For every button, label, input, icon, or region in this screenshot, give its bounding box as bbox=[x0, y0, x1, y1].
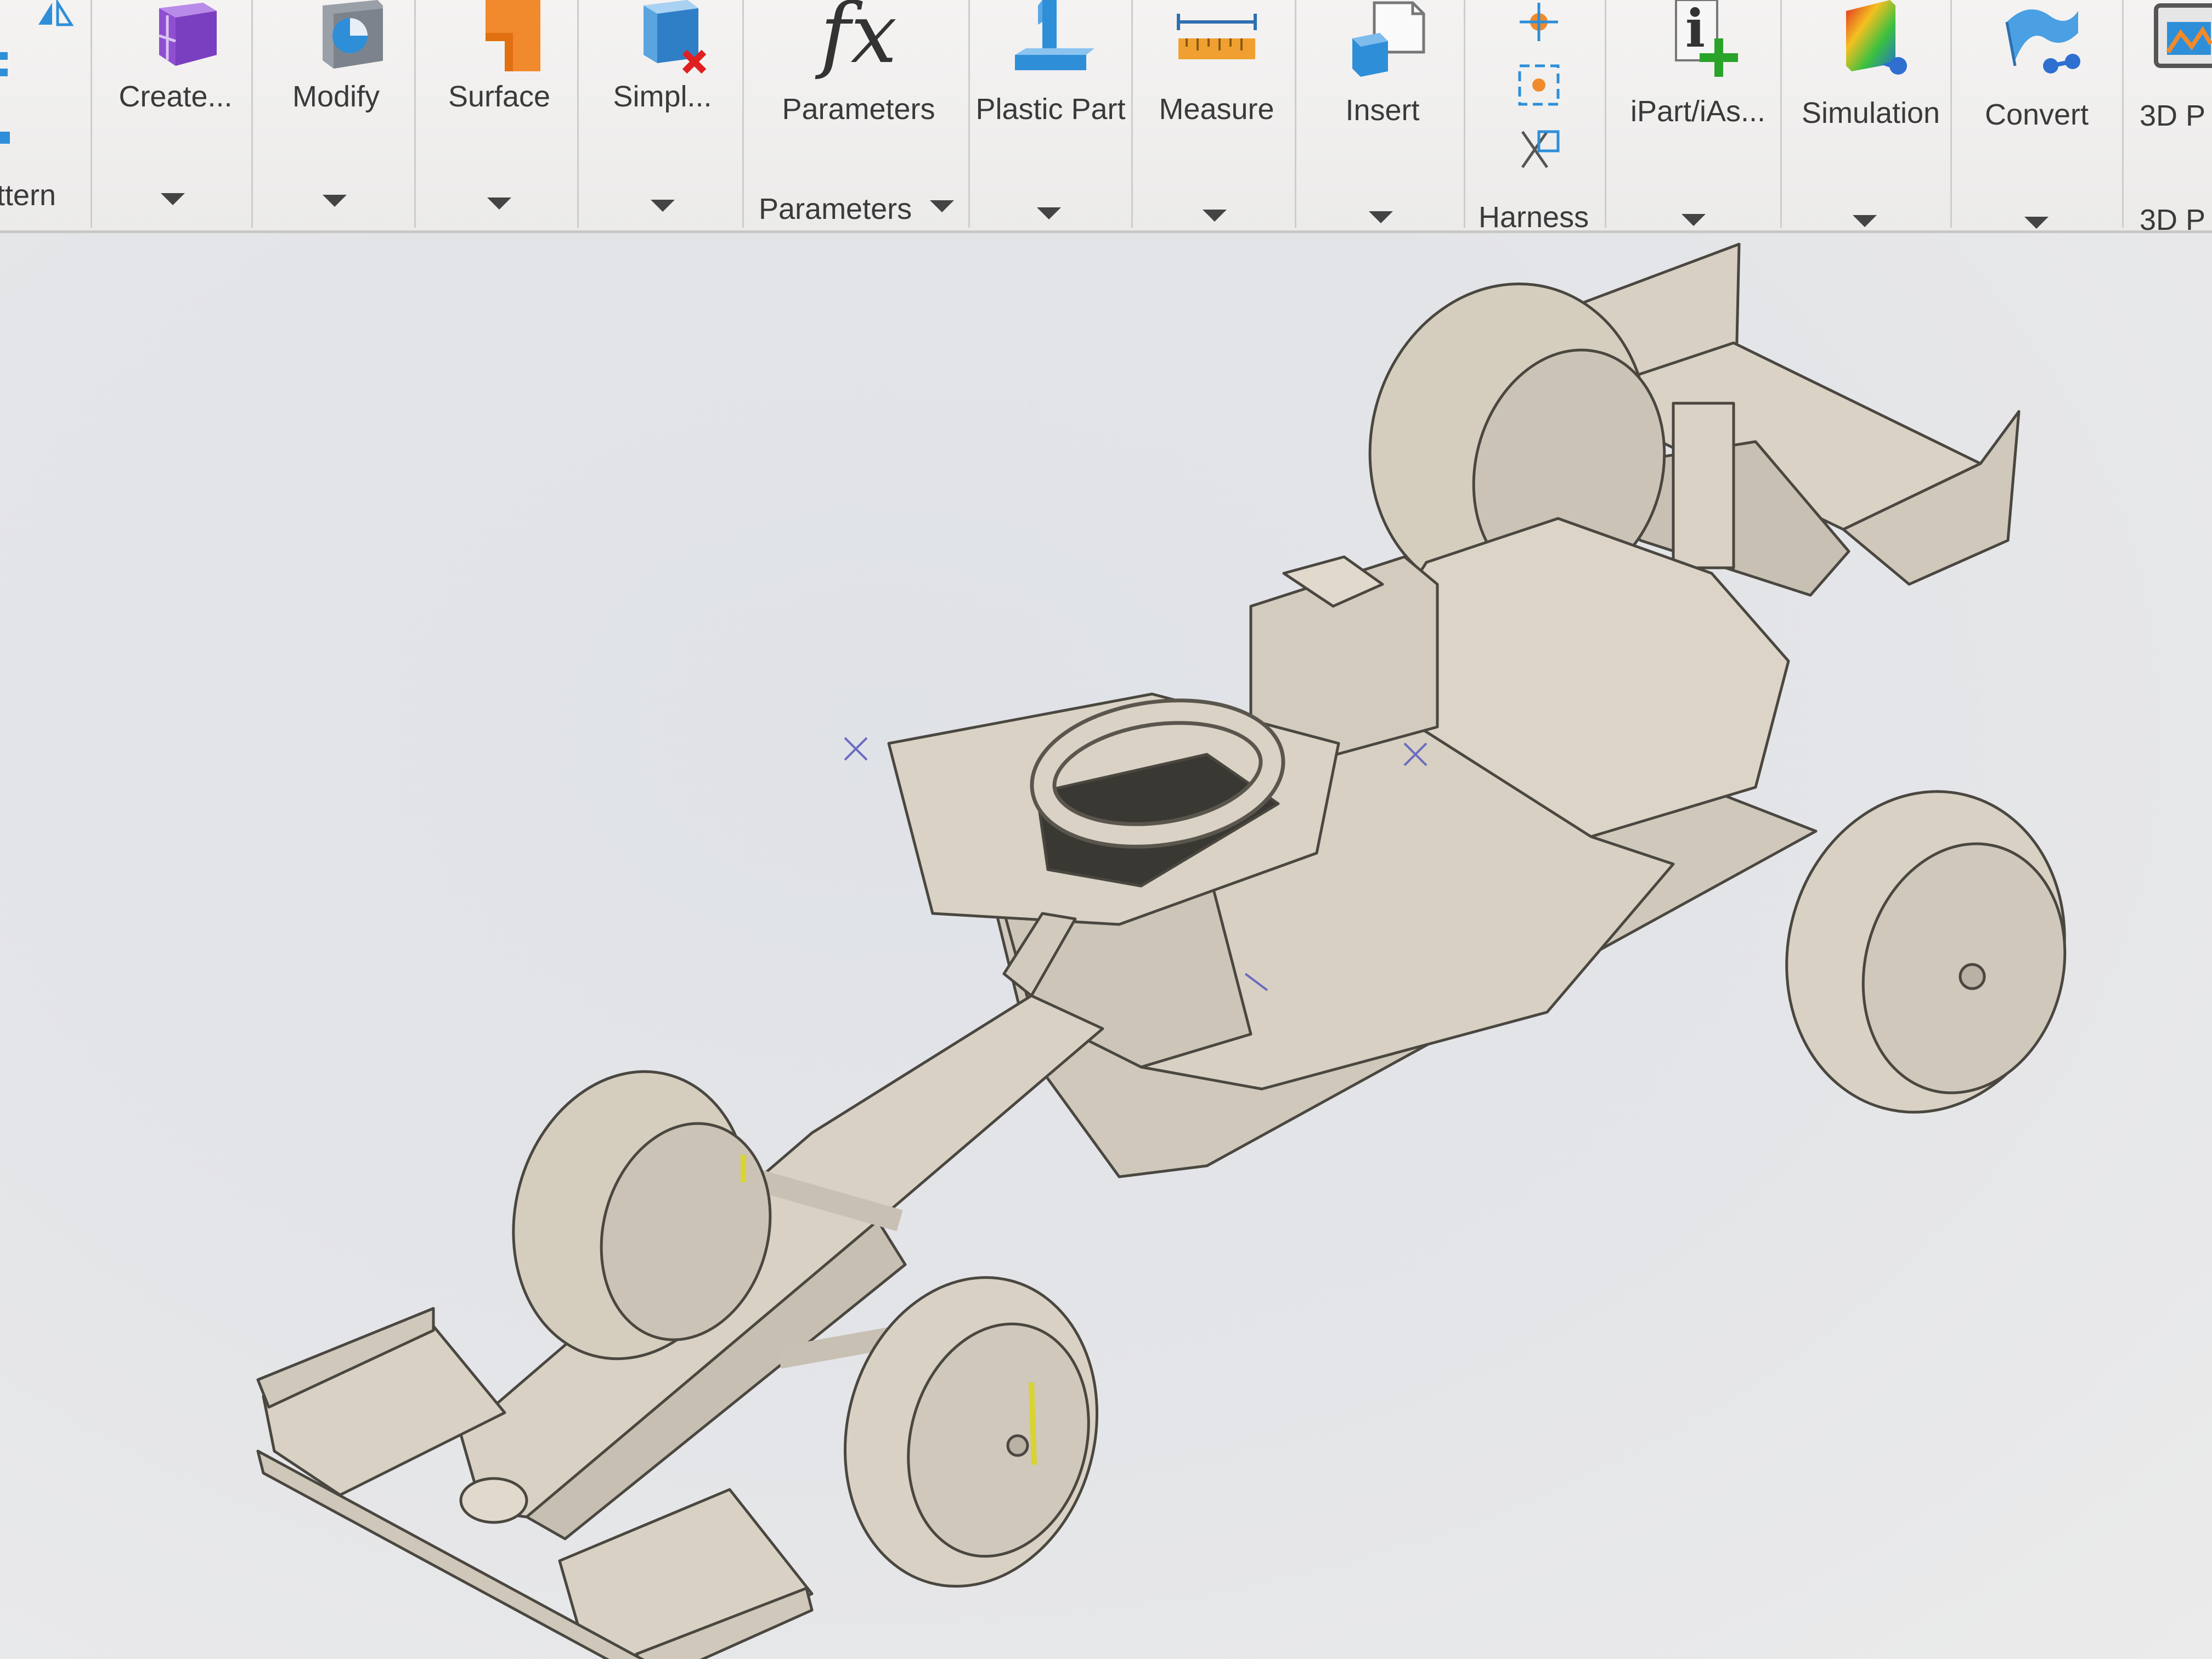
ribbon-divider bbox=[1295, 0, 1296, 228]
measure-button-label: Measure bbox=[1159, 93, 1274, 126]
ribbon-divider bbox=[414, 0, 416, 228]
simulation-button-label: Simulation bbox=[1801, 97, 1940, 129]
3d-print-button-label: 3D P bbox=[2140, 99, 2206, 132]
harness-group: Harness bbox=[1465, 0, 1602, 234]
simplify-button[interactable]: Simpl... bbox=[587, 0, 738, 154]
plastic-part-button-label: Plastic Part bbox=[975, 93, 1126, 126]
create-block-icon bbox=[159, 3, 217, 66]
svg-text:i: i bbox=[1685, 0, 1705, 59]
ribbon-toolbar: ttern Create... Modify Surface Simpl... … bbox=[0, 0, 2212, 236]
measure-button[interactable]: Measure bbox=[1144, 0, 1289, 154]
ribbon-divider bbox=[1950, 0, 1952, 228]
ipart-icon: i bbox=[1675, 0, 1738, 77]
ribbon-divider bbox=[1605, 0, 1606, 228]
harness-segment-icon[interactable] bbox=[1514, 60, 1564, 110]
f1-car-model[interactable] bbox=[0, 233, 2212, 1659]
harness-group-label: Harness bbox=[1479, 201, 1589, 234]
front-right-wheel[interactable] bbox=[811, 1249, 1131, 1615]
simplify-button-label: Simpl... bbox=[613, 80, 712, 113]
3d-print-button[interactable]: 3D P bbox=[2129, 0, 2212, 154]
model-viewport[interactable] bbox=[0, 233, 2212, 1659]
fx-icon: fx bbox=[820, 0, 898, 82]
insert-button[interactable]: Insert bbox=[1306, 0, 1459, 154]
mirror-icon[interactable] bbox=[33, 0, 77, 27]
ribbon-divider bbox=[251, 0, 253, 228]
insert-dropdown-arrow[interactable] bbox=[1369, 211, 1393, 223]
create-button[interactable]: Create... bbox=[104, 0, 247, 154]
parameters-button[interactable]: fx Parameters bbox=[765, 0, 952, 154]
simulation-dropdown-arrow[interactable] bbox=[1853, 215, 1877, 227]
ribbon-divider bbox=[91, 0, 92, 228]
simplify-dropdown-arrow[interactable] bbox=[651, 200, 675, 212]
insert-icon bbox=[1352, 1, 1425, 77]
create-dropdown-arrow[interactable] bbox=[161, 193, 185, 205]
plastic-part-button[interactable]: Plastic Part bbox=[971, 0, 1130, 154]
ribbon-divider bbox=[2122, 0, 2124, 228]
surface-icon bbox=[486, 0, 540, 71]
convert-button[interactable]: Convert bbox=[1956, 0, 2118, 154]
simplify-icon bbox=[643, 0, 706, 74]
rear-right-wheel[interactable] bbox=[1751, 760, 2100, 1143]
ribbon-divider bbox=[577, 0, 579, 228]
measure-ruler-icon bbox=[1176, 14, 1257, 59]
modify-icon bbox=[322, 0, 383, 69]
pattern-group-label: ttern bbox=[0, 179, 57, 212]
simulation-icon bbox=[1846, 0, 1907, 75]
pattern-side-icon-1[interactable] bbox=[0, 52, 8, 60]
plastic-part-dropdown-arrow[interactable] bbox=[1037, 207, 1061, 219]
create-button-label: Create... bbox=[119, 80, 233, 113]
ipart-dropdown-arrow[interactable] bbox=[1681, 214, 1706, 226]
pattern-side-icon-2[interactable] bbox=[0, 69, 8, 76]
3d-print-group-label: 3D P bbox=[2140, 204, 2206, 236]
ribbon-divider bbox=[1780, 0, 1782, 228]
modify-button[interactable]: Modify bbox=[263, 0, 409, 154]
surface-button-label: Surface bbox=[448, 80, 551, 113]
nose-tip[interactable] bbox=[459, 1477, 528, 1524]
rear-wing-support[interactable] bbox=[1672, 402, 1735, 569]
measure-dropdown-arrow[interactable] bbox=[1203, 210, 1227, 222]
harness-wire-icon[interactable] bbox=[1514, 126, 1564, 173]
convert-icon bbox=[2005, 9, 2080, 74]
modify-dropdown-arrow[interactable] bbox=[323, 195, 347, 207]
convert-button-label: Convert bbox=[1984, 98, 2089, 131]
ribbon-divider bbox=[968, 0, 970, 228]
ribbon-divider bbox=[742, 0, 744, 228]
ribbon-divider bbox=[1131, 0, 1133, 228]
parameters-button-label: Parameters bbox=[782, 93, 935, 126]
ipart-button-label: iPart/iAs... bbox=[1630, 95, 1766, 128]
pattern-side-icon-3[interactable] bbox=[0, 132, 10, 144]
ipart-button[interactable]: i iPart/iAs... bbox=[1616, 0, 1780, 154]
insert-button-label: Insert bbox=[1345, 94, 1420, 127]
plastic-part-icon bbox=[1015, 0, 1094, 70]
parameters-group-label: Parameters bbox=[759, 193, 912, 225]
surface-dropdown-arrow[interactable] bbox=[487, 198, 511, 210]
3d-print-icon bbox=[2154, 3, 2212, 68]
convert-dropdown-arrow[interactable] bbox=[2024, 217, 2049, 229]
modify-button-label: Modify bbox=[292, 80, 380, 113]
parameters-group-dropdown-arrow[interactable] bbox=[930, 200, 954, 212]
simulation-button[interactable]: Simulation bbox=[1786, 0, 1956, 154]
surface-button[interactable]: Surface bbox=[425, 0, 573, 154]
pattern-group: ttern bbox=[0, 0, 91, 228]
harness-point-icon[interactable] bbox=[1514, 3, 1564, 44]
